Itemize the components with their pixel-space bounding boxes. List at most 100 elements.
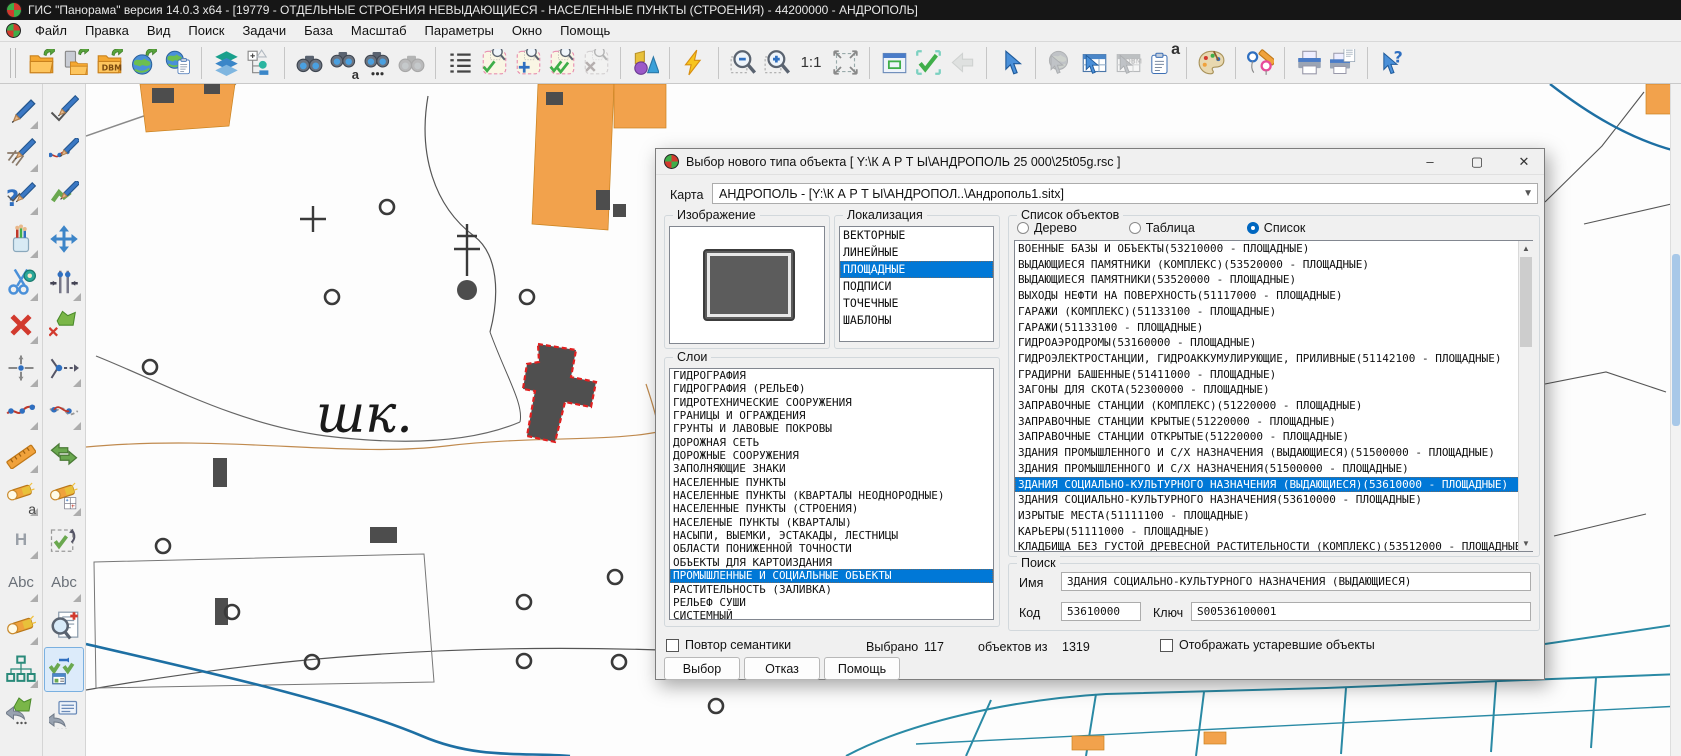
dialog-minimize-button[interactable]: – <box>1410 149 1450 174</box>
object-type-row[interactable]: ЗАПРАВОЧНЫЕ СТАНЦИИ ОТКРЫТЫЕ(51220000 - … <box>1015 429 1532 445</box>
map-scrollbar-thumb[interactable] <box>1672 254 1680 426</box>
fit-window-button[interactable] <box>828 45 862 81</box>
toolbar-grip[interactable] <box>10 48 16 78</box>
confirm-edit-tool[interactable] <box>45 174 83 217</box>
window-titlebar[interactable]: ГИС "Панорама" версия 14.0.3 x64 - [1977… <box>0 0 1681 20</box>
menu-item[interactable]: Параметры <box>416 21 503 40</box>
scroll-up-icon[interactable]: ▲ <box>1519 241 1533 256</box>
smooth-line-tool[interactable] <box>45 389 83 432</box>
find-extended-button[interactable] <box>360 45 394 81</box>
dialog-maximize-button[interactable]: ▢ <box>1457 149 1497 174</box>
layer-item[interactable]: РЕЛЬЕФ СУШИ <box>670 596 993 609</box>
object-type-row[interactable]: КЛАДБИЩА БЕЗ ГУСТОЙ ДРЕВЕСНОЙ РАСТИТЕЛЬН… <box>1015 539 1532 552</box>
localization-item[interactable]: ПЛОЩАДНЫЕ <box>840 261 993 278</box>
cancel-button[interactable]: Отказ <box>744 657 820 680</box>
print-report-button[interactable] <box>1326 45 1360 81</box>
open-geoportal-button[interactable] <box>160 45 194 81</box>
delete-part-tool[interactable] <box>45 303 83 346</box>
3d-view-button[interactable] <box>628 45 662 81</box>
layer-item[interactable]: ПРОМЫШЛЕННЫЕ И СОЦИАЛЬНЫЕ ОБЪЕКТЫ <box>670 569 993 582</box>
align-object-tool[interactable] <box>45 260 83 303</box>
localization-item[interactable]: ВЕКТОРНЫЕ <box>840 227 993 244</box>
menu-item[interactable]: База <box>295 21 342 40</box>
move-object-tool[interactable] <box>45 217 83 260</box>
scroll-down-icon[interactable]: ▼ <box>1519 536 1533 551</box>
object-type-row[interactable]: ВЫДАЮЩИЕСЯ ПАМЯТНИКИ(53520000 - ПЛОЩАДНЫ… <box>1015 272 1532 288</box>
search-code-input[interactable]: 53610000 <box>1061 602 1141 621</box>
refresh-button[interactable] <box>677 45 711 81</box>
menu-item[interactable]: Помощь <box>551 21 619 40</box>
rotate-object-tool[interactable] <box>45 518 83 561</box>
draw-query-tool[interactable] <box>2 174 40 217</box>
search-key-input[interactable]: S00536100001 <box>1191 602 1531 621</box>
edit-point-tool[interactable] <box>2 346 40 389</box>
map-window-button[interactable] <box>877 45 911 81</box>
layer-item[interactable]: РАСТИТЕЛЬНОСТЬ (ЗАЛИВКА) <box>670 583 993 596</box>
layer-item[interactable]: НАСЕЛЕННЫЕ ПУНКТЫ (СТРОЕНИЯ) <box>670 502 993 515</box>
draw-object-tool[interactable] <box>2 88 40 131</box>
map-selected-building[interactable] <box>523 344 596 442</box>
object-type-row[interactable]: ГИДРОАЭРОДРОМЫ(53160000 - ПЛОЩАДНЫЕ) <box>1015 335 1532 351</box>
search-name-input[interactable]: ЗДАНИЯ СОЦИАЛЬНО-КУЛЬТУРНОГО НАЗНАЧЕНИЯ … <box>1061 572 1531 591</box>
continue-line-tool[interactable] <box>45 346 83 389</box>
object-list-tool[interactable] <box>45 692 83 735</box>
object-type-row[interactable]: ГИДРОЭЛЕКТРОСТАНЦИИ, ГИДРОАККУМУЛИРУЮЩИЕ… <box>1015 351 1532 367</box>
objects-list-scrollbar[interactable]: ▲ ▼ <box>1518 241 1533 551</box>
localization-item[interactable]: ЛИНЕЙНЫЕ <box>840 244 993 261</box>
text-abc-tool[interactable]: Abc <box>2 561 40 604</box>
layers-button[interactable] <box>209 45 243 81</box>
menu-item[interactable]: Окно <box>503 21 551 40</box>
layer-item[interactable]: ДОРОЖНЫЕ СООРУЖЕНИЯ <box>670 449 993 462</box>
menu-item[interactable]: Поиск <box>179 21 233 40</box>
layer-item[interactable]: НАСЫПИ, ВЫЕМКИ, ЭСТАКАДЫ, ЛЕСТНИЦЫ <box>670 529 993 542</box>
menu-item[interactable]: Задачи <box>233 21 295 40</box>
menu-item[interactable]: Масштаб <box>342 21 416 40</box>
repeat-semantics-checkbox[interactable]: Повтор семантики <box>666 638 791 652</box>
scrollbar-thumb[interactable] <box>1520 257 1532 347</box>
select-area-check-button[interactable] <box>477 45 511 81</box>
menu-item[interactable]: Вид <box>138 21 180 40</box>
objects-view-radio[interactable]: Список <box>1247 221 1306 235</box>
object-type-row[interactable]: ИЗРЫТЫЕ МЕСТА(51111100 - ПЛОЩАДНЫЕ) <box>1015 508 1532 524</box>
help-button[interactable]: ? <box>1375 45 1409 81</box>
help-dialog-button[interactable]: Помощь <box>824 657 900 680</box>
update-object-tool[interactable] <box>2 131 40 174</box>
find-button[interactable] <box>292 45 326 81</box>
object-type-row[interactable]: ВЫДАЮЩИЕСЯ ПАМЯТНИКИ (КОМПЛЕКС)(53520000… <box>1015 257 1532 273</box>
search-object-tool[interactable] <box>2 604 40 647</box>
search-zoom-tool[interactable] <box>45 604 83 647</box>
dialog-titlebar[interactable]: Выбор нового типа объекта [ Y:\К А Р Т Ы… <box>656 149 1544 175</box>
object-type-row[interactable]: ВЫХОДЫ НЕФТИ НА ПОВЕРХНОСТЬ(51117000 - П… <box>1015 288 1532 304</box>
open-database-button[interactable] <box>58 45 92 81</box>
swap-objects-tool[interactable] <box>45 432 83 475</box>
search-area-tool[interactable] <box>45 475 83 518</box>
text-abc2-tool[interactable]: Abc <box>45 561 83 604</box>
objects-list[interactable]: ВОЕННЫЕ БАЗЫ И ОБЪЕКТЫ(53210000 - ПЛОЩАД… <box>1014 240 1533 552</box>
localization-item[interactable]: ПОДПИСИ <box>840 278 993 295</box>
palette-button[interactable] <box>1194 45 1228 81</box>
layer-item[interactable]: ОБЛАСТИ ПОНИЖЕННОЙ ТОЧНОСТИ <box>670 542 993 555</box>
object-type-row[interactable]: ЗДАНИЯ СОЦИАЛЬНО-КУЛЬТУРНОГО НАЗНАЧЕНИЯ … <box>1015 477 1532 493</box>
menu-item[interactable]: Правка <box>76 21 138 40</box>
map-legend-button[interactable] <box>243 45 277 81</box>
open-map-button[interactable] <box>24 45 58 81</box>
h-object-tool[interactable]: H <box>2 518 40 561</box>
localization-item[interactable]: ШАБЛОНЫ <box>840 312 993 329</box>
layer-item[interactable]: СИСТЕМНЫЙ <box>670 609 993 620</box>
edit-spline-tool[interactable] <box>2 389 40 432</box>
layer-item[interactable]: ДОРОЖНАЯ СЕТЬ <box>670 436 993 449</box>
show-obsolete-checkbox[interactable]: Отображать устаревшие объекты <box>1160 638 1375 652</box>
object-type-row[interactable]: ГАРАЖИ(51133100 - ПЛОЩАДНЫЕ) <box>1015 320 1532 336</box>
select-cursor-button[interactable] <box>994 45 1028 81</box>
semantics-editor-button[interactable]: a <box>1145 45 1179 81</box>
layer-item[interactable]: ЗАПОЛНЯЮЩИЕ ЗНАКИ <box>670 462 993 475</box>
open-internet-map-button[interactable] <box>126 45 160 81</box>
search-text-tool[interactable]: a <box>2 475 40 518</box>
cut-object-tool[interactable] <box>2 260 40 303</box>
object-type-row[interactable]: ЗАПРАВОЧНЫЕ СТАНЦИИ КРЫТЫЕ(51220000 - ПЛ… <box>1015 414 1532 430</box>
objects-view-radio[interactable]: Дерево <box>1017 221 1077 235</box>
object-type-row[interactable]: ЗДАНИЯ ПРОМЫШЛЕННОГО И С/Х НАЗНАЧЕНИЯ (В… <box>1015 445 1532 461</box>
layer-item[interactable]: НАСЕЛЕНЫЕ ПУНКТЫ (КВАРТАЛЫ) <box>670 516 993 529</box>
object-type-row[interactable]: ЗАПРАВОЧНЫЕ СТАНЦИИ (КОМПЛЕКС)(51220000 … <box>1015 398 1532 414</box>
object-type-row[interactable]: ЗДАНИЯ ПРОМЫШЛЕННОГО И С/Х НАЗНАЧЕНИЯ(51… <box>1015 461 1532 477</box>
